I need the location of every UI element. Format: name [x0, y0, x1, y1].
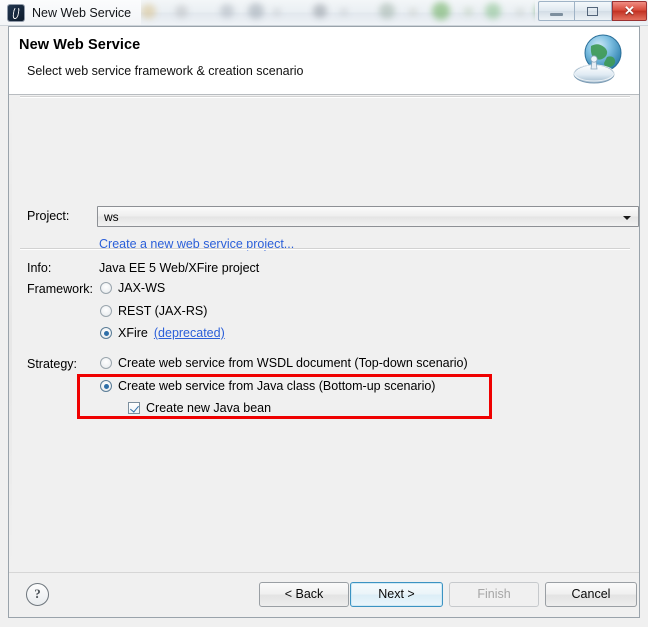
window-title: New Web Service	[32, 5, 132, 20]
framework-label: Framework:	[27, 282, 93, 296]
divider-top	[20, 96, 630, 98]
info-label: Info:	[27, 261, 52, 275]
framework-option-label: JAX-WS	[118, 281, 166, 295]
wizard-body: Project: ws Create a new web service pro…	[9, 95, 639, 573]
project-combo[interactable]: ws	[97, 206, 639, 227]
page-subtitle: Select web service framework & creation …	[27, 64, 304, 78]
strategy-option-top-down[interactable]: Create web service from WSDL document (T…	[100, 356, 468, 370]
title-bar: New Web Service ✕	[0, 0, 648, 26]
framework-option-xfire[interactable]: XFire (deprecated)	[100, 326, 225, 340]
radio-icon	[100, 305, 112, 317]
globe-satellite-dish-icon	[567, 29, 631, 91]
project-label: Project:	[27, 209, 70, 223]
divider-strategy	[20, 248, 630, 250]
create-new-java-bean-checkbox[interactable]: Create new Java bean	[128, 401, 271, 415]
framework-option-rest-jax-rs[interactable]: REST (JAX-RS)	[100, 304, 207, 318]
page-title: New Web Service	[19, 37, 141, 53]
next-button[interactable]: Next >	[350, 582, 443, 607]
framework-option-jax-ws[interactable]: JAX-WS	[100, 281, 165, 295]
strategy-option-label: Create web service from WSDL document (T…	[118, 356, 468, 370]
minimize-button[interactable]	[538, 1, 575, 21]
new-web-service-window: New Web Service ✕ New Web Service Select…	[0, 0, 648, 627]
radio-icon-selected	[100, 327, 112, 339]
finish-button[interactable]: Finish	[449, 582, 539, 607]
framework-option-label: REST (JAX-RS)	[118, 304, 208, 318]
strategy-label: Strategy:	[27, 357, 78, 371]
back-button[interactable]: < Back	[259, 582, 349, 607]
checkbox-checked-icon	[128, 402, 140, 414]
strategy-option-bottom-up[interactable]: Create web service from Java class (Bott…	[100, 379, 435, 393]
deprecated-link[interactable]: (deprecated)	[154, 326, 225, 340]
radio-icon	[100, 282, 112, 294]
wizard-dialog: New Web Service Select web service frame…	[8, 26, 640, 618]
strategy-option-label: Create web service from Java class (Bott…	[118, 379, 436, 393]
wizard-banner: New Web Service Select web service frame…	[9, 27, 639, 95]
checkbox-label: Create new Java bean	[146, 401, 272, 415]
window-title-group: New Web Service	[0, 0, 142, 25]
eclipse-wizard-icon	[8, 4, 24, 21]
close-button[interactable]: ✕	[612, 1, 647, 21]
cancel-button[interactable]: Cancel	[545, 582, 637, 607]
project-combo-value: ws	[104, 210, 119, 224]
help-icon[interactable]: ?	[26, 583, 49, 606]
body-edge	[9, 95, 12, 573]
blurred-background-toolbar	[135, 0, 535, 25]
chevron-down-icon	[623, 216, 631, 220]
framework-option-label: XFire	[118, 326, 148, 340]
radio-icon-selected	[100, 380, 112, 392]
dialog-footer: ? < Back Next > Finish Cancel	[9, 572, 639, 617]
radio-icon	[100, 357, 112, 369]
info-value: Java EE 5 Web/XFire project	[99, 261, 260, 275]
maximize-button[interactable]	[575, 1, 612, 21]
